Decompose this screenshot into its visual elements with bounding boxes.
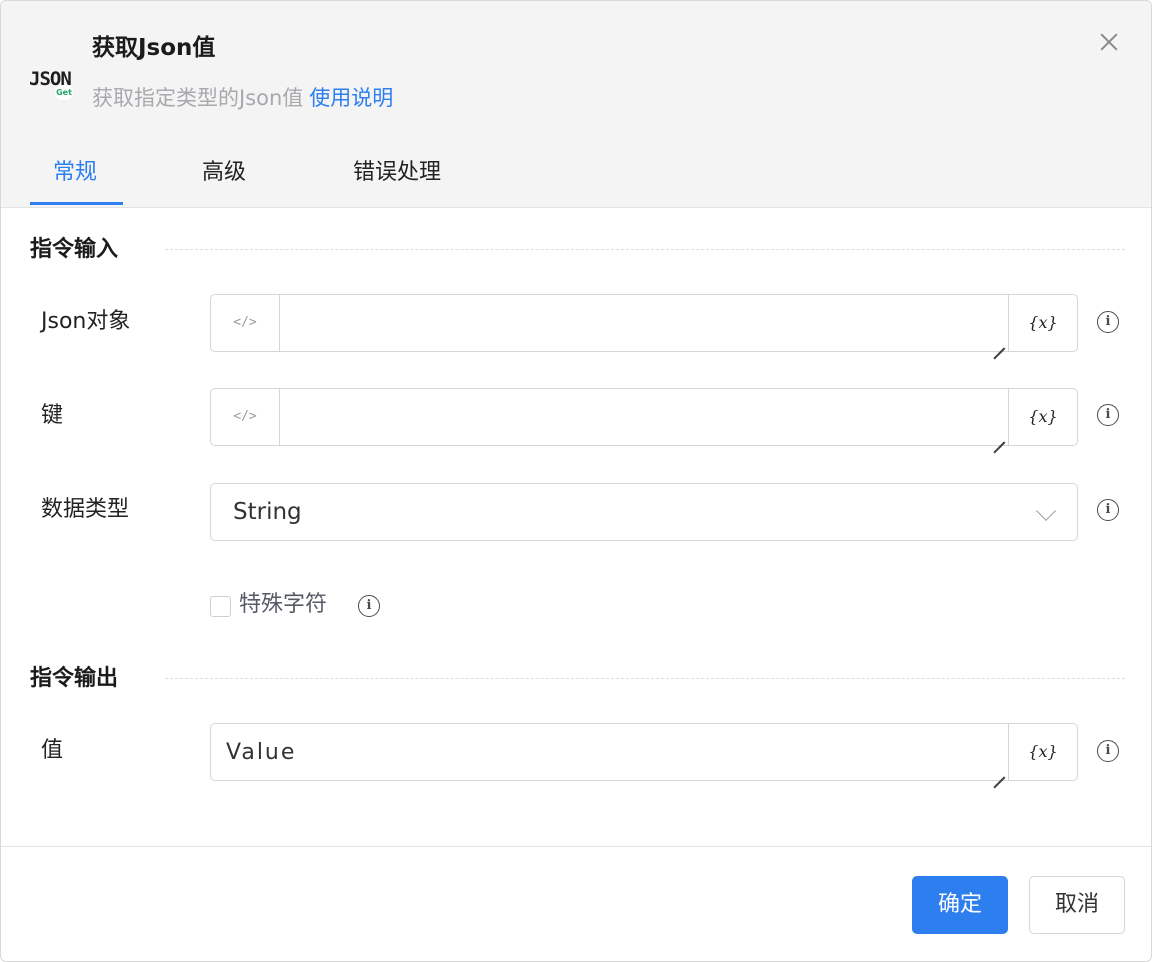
value-field: {x} bbox=[210, 723, 1078, 781]
json-object-label: Json对象 bbox=[41, 309, 131, 334]
info-icon[interactable]: i bbox=[1097, 404, 1119, 426]
data-type-selected-value: String bbox=[233, 499, 302, 525]
section-title-input: 指令输入 bbox=[30, 237, 119, 262]
section-divider bbox=[165, 249, 1125, 250]
data-type-label: 数据类型 bbox=[41, 497, 130, 522]
info-icon[interactable]: i bbox=[1097, 740, 1119, 762]
code-icon[interactable]: </> bbox=[211, 295, 280, 351]
dialog-subtitle: 获取指定类型的Json值 使用说明 bbox=[92, 83, 393, 113]
json-object-input[interactable] bbox=[281, 295, 1009, 351]
tab-advanced[interactable]: 高级 bbox=[202, 155, 246, 191]
special-chars-checkbox[interactable] bbox=[210, 596, 231, 617]
subtitle-text: 获取指定类型的Json值 bbox=[92, 86, 304, 110]
close-icon[interactable] bbox=[1094, 27, 1124, 57]
info-icon[interactable]: i bbox=[358, 595, 380, 617]
code-icon[interactable]: </> bbox=[211, 389, 280, 445]
data-type-select[interactable]: String bbox=[210, 483, 1078, 541]
active-tab-indicator bbox=[30, 202, 123, 205]
json-get-logo: JSON Get bbox=[29, 67, 75, 103]
logo-badge: Get bbox=[55, 85, 73, 100]
special-chars-label: 特殊字符 bbox=[239, 592, 328, 617]
variable-icon[interactable]: {x} bbox=[1008, 295, 1077, 351]
value-label: 值 bbox=[41, 738, 64, 763]
variable-icon[interactable]: {x} bbox=[1008, 389, 1077, 445]
tab-bar: 常规 高级 错误处理 bbox=[1, 151, 1151, 207]
tab-general[interactable]: 常规 bbox=[53, 155, 97, 191]
confirm-button[interactable]: 确定 bbox=[912, 876, 1008, 934]
info-icon[interactable]: i bbox=[1097, 311, 1119, 333]
section-title-output: 指令输出 bbox=[30, 666, 119, 691]
dialog: JSON Get 获取Json值 获取指定类型的Json值 使用说明 常规 高级 … bbox=[0, 0, 1152, 962]
dialog-title: 获取Json值 bbox=[92, 35, 216, 61]
chevron-down-icon bbox=[1036, 501, 1056, 521]
info-icon[interactable]: i bbox=[1097, 499, 1119, 521]
tab-error-handling[interactable]: 错误处理 bbox=[353, 155, 441, 191]
cancel-button[interactable]: 取消 bbox=[1029, 876, 1125, 934]
resize-handle-icon[interactable] bbox=[993, 430, 1005, 442]
key-label: 键 bbox=[41, 403, 64, 428]
dialog-header: JSON Get 获取Json值 获取指定类型的Json值 使用说明 常规 高级 … bbox=[1, 1, 1151, 208]
key-field: </> {x} bbox=[210, 388, 1078, 446]
resize-handle-icon[interactable] bbox=[993, 765, 1005, 777]
json-object-field: </> {x} bbox=[210, 294, 1078, 352]
resize-handle-icon[interactable] bbox=[993, 336, 1005, 348]
help-link[interactable]: 使用说明 bbox=[309, 86, 393, 110]
value-input[interactable] bbox=[211, 724, 1009, 780]
variable-icon[interactable]: {x} bbox=[1008, 724, 1077, 780]
dialog-footer: 确定 取消 bbox=[1, 846, 1151, 961]
key-input[interactable] bbox=[281, 389, 1009, 445]
section-divider bbox=[165, 678, 1125, 679]
